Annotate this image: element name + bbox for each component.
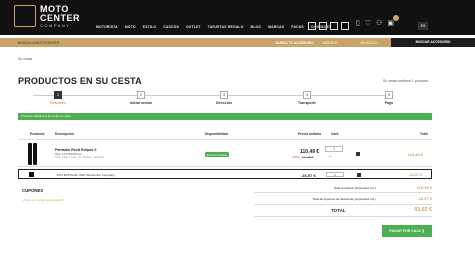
nav-item-outlet[interactable]: OUTLET — [186, 25, 201, 29]
col-description: Descripción — [55, 132, 74, 136]
step-number: 2 — [137, 91, 145, 99]
cart-item-row: Pantalón Revit Eclipse 2 REF: FPT0823054… — [18, 139, 432, 167]
step-shipping[interactable]: 4 Transporte — [287, 91, 327, 105]
col-total: Total — [420, 132, 428, 136]
checkout-button[interactable]: PAGAR POR CAJA ❯ — [382, 225, 432, 237]
main-nav: MOTORISTA MOTO ESTILO CASCOS OUTLET TARJ… — [96, 25, 338, 29]
social-links — [308, 22, 349, 30]
discount-total-value: -16,57 € — [417, 196, 432, 201]
col-availability: Disponibilidad — [205, 132, 228, 136]
language-selector[interactable]: ES — [418, 22, 428, 30]
col-product: Producto — [30, 132, 45, 136]
discount-total-label: Total de cupones de descuento (impuestos… — [312, 197, 376, 201]
step-number: 3 — [220, 91, 228, 99]
divider — [254, 216, 432, 217]
product-image[interactable] — [26, 143, 40, 165]
step-label: Dirección — [216, 101, 232, 105]
nav-item-packs[interactable]: PACKS — [291, 25, 304, 29]
search-button[interactable]: BUSCAR ACCESORIO — [391, 38, 475, 47]
products-total-label: Total productos (impuestos inc.) — [333, 186, 376, 190]
step-address[interactable]: 3 Dirección — [204, 91, 244, 105]
col-unit-price: Precio unitario — [298, 132, 322, 136]
coupons-title: CUPONES — [22, 188, 44, 193]
cart-count-text: Su cesta contiene 1 producto — [383, 79, 429, 83]
facebook-icon[interactable] — [308, 22, 316, 30]
promo-row: -15% EXTRA En Web Motocenter Company -16… — [18, 169, 432, 179]
item-total: 110,49 € — [407, 152, 423, 157]
search-bar: BUSCA LA MOTOCENTER BUSCA TU ACCESORIO M… — [0, 38, 475, 47]
checkout-button-label: PAGAR POR CAJA — [389, 229, 421, 233]
brand-line2: CENTER — [40, 13, 81, 23]
step-number: 4 — [303, 91, 311, 99]
step-label: Pago — [384, 101, 394, 105]
brand-logo[interactable]: MOTO CENTER COMPANY — [40, 5, 80, 29]
nav-item-cascos[interactable]: CASCOS — [163, 25, 179, 29]
original-price: 122,99 € — [301, 155, 314, 159]
col-qty: Cant. — [331, 132, 340, 136]
twitter-icon[interactable] — [319, 22, 327, 30]
search-tab-vehicle[interactable]: VEHÍCULO — [360, 40, 377, 46]
cart-icon[interactable]: ▣ — [387, 20, 394, 28]
products-total-value: 110,49 € — [416, 185, 432, 190]
brand-line3: COMPANY — [40, 23, 71, 28]
nav-item-tarjetas[interactable]: TARJETAS REGALO — [208, 25, 244, 29]
cart-count-badge — [393, 15, 399, 21]
trash-icon[interactable] — [357, 173, 361, 177]
promo-price: -16,57 € — [301, 172, 316, 178]
success-alert: Producto añadido a la cesta con éxito — [18, 113, 432, 120]
quantity-input[interactable]: 1 — [325, 146, 343, 152]
divider — [254, 192, 432, 193]
chevron-right-icon: ❯ — [421, 229, 425, 233]
promo-name: -15% EXTRA En Web Motocenter Company — [56, 173, 115, 177]
breadcrumb[interactable]: Su cesta — [18, 57, 32, 61]
old-price: -10% 122,99 € — [292, 155, 314, 159]
page-title: PRODUCTOS EN SU CESTA — [18, 76, 142, 86]
top-header: MOTO CENTER COMPANY MOTORISTA MOTO ESTIL… — [0, 0, 475, 35]
grand-total-label: TOTAL — [331, 208, 346, 213]
promo-total: -16,57 € — [408, 173, 422, 177]
header-icons: ▯ ♡ ⚇ ▣ — [356, 20, 394, 28]
search-tab-model[interactable]: MODELO — [323, 40, 337, 46]
product-attributes: Talla : Negro, Talla : XL, Medida : Stan… — [55, 155, 105, 159]
linkedin-icon[interactable] — [330, 22, 338, 30]
heart-icon[interactable]: ♡ — [365, 20, 371, 28]
step-number: 1 — [54, 91, 62, 99]
step-label: Transporte — [297, 101, 317, 105]
availability-badge: Envío inmediato — [205, 152, 230, 157]
nav-item-blog[interactable]: BLOG — [251, 25, 262, 29]
user-icon[interactable]: ⚇ — [376, 20, 382, 28]
promo-qty: 1 — [326, 172, 344, 177]
logo-icon[interactable] — [14, 5, 36, 27]
search-input[interactable]: BUSCA LA MOTOCENTER — [18, 40, 268, 46]
divider — [254, 204, 432, 205]
nav-item-marcas[interactable]: MARCAS — [268, 25, 284, 29]
nav-item-moto[interactable]: MOTO — [125, 25, 136, 29]
step-summary[interactable]: 1 Resumen — [38, 91, 78, 105]
step-login[interactable]: 2 Iniciar sesión — [121, 91, 161, 105]
discount-percent: -10% — [292, 155, 300, 159]
step-payment[interactable]: 5 Pago — [369, 91, 409, 105]
nav-item-estilo[interactable]: ESTILO — [143, 25, 156, 29]
step-label: Iniciar sesión — [129, 101, 153, 105]
grand-total-value: 93,92 € — [414, 207, 432, 213]
step-label: Resumen — [50, 101, 66, 105]
step-number: 5 — [385, 91, 393, 99]
promo-icon — [29, 172, 34, 177]
document-icon[interactable]: ▯ — [356, 20, 360, 28]
search-tab-accessory[interactable]: BUSCA TU ACCESORIO — [276, 40, 314, 46]
quantity-stepper[interactable]: - + — [328, 154, 332, 158]
nav-item-motorista[interactable]: MOTORISTA — [96, 25, 118, 29]
coupon-link[interactable]: ¿Tiene un código promocional? — [22, 198, 64, 202]
trash-icon[interactable] — [356, 152, 360, 156]
youtube-icon[interactable] — [341, 22, 349, 30]
